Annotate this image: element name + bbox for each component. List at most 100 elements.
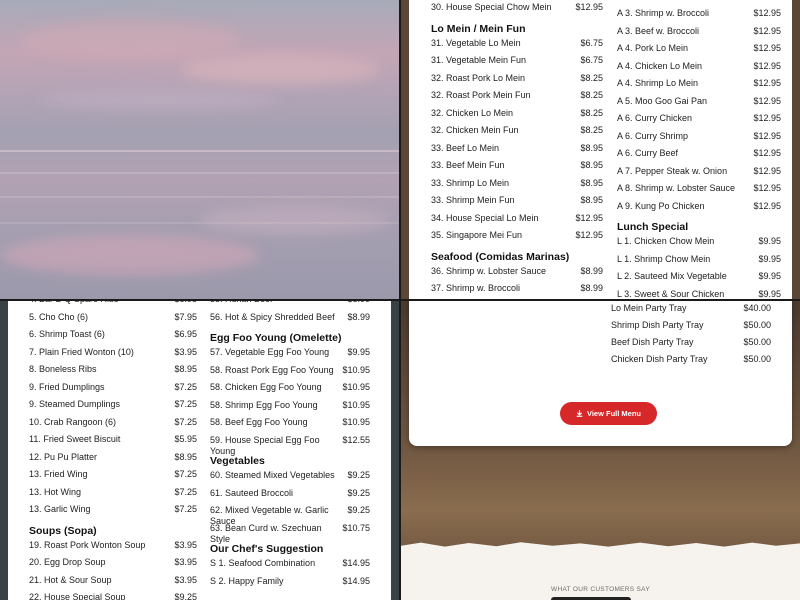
party-tray-price: $50.00 [743,337,771,347]
menu-item: 32. Roast Pork Mein Fun $8.25 [431,90,603,101]
menu-item-name: A 6. Curry Beef [617,148,679,158]
menu-item-name: A 4. Chicken Lo Mein [617,60,703,71]
menu-item-name: 7. Plain Fried Wonton (10) [29,346,134,357]
menu-item: S 2. Happy Family $14.95 [210,576,370,587]
menu-item-name: L 2. Sauteed Mix Vegetable [617,271,727,281]
torn-paper-edge [401,542,800,549]
menu-item-price: $7.25 [174,504,197,514]
menu-section-heading: Lo Mein / Mein Fun [431,22,526,35]
menu-item-name: 32. Chicken Lo Mein [431,107,514,118]
menu-item: 56. Hot & Spicy Shredded Beef $8.99 [210,312,370,323]
menu-item-price: $10.75 [342,522,370,533]
party-tray-item: Chicken Dish Party Tray $50.00 [611,354,771,365]
menu-item-price: $12.95 [753,78,781,88]
menu-item-name: A 6. Curry Shrimp [617,130,689,141]
menu-item-name: 33. Beef Mein Fun [431,160,505,170]
party-tray-price: $40.00 [743,303,771,313]
menu-item: 36. Shrimp w. Lobster Sauce $8.99 [431,266,603,277]
menu-item: 58. Chicken Egg Foo Young $10.95 [210,382,370,393]
menu-item-price: $9.95 [347,347,370,357]
menu-item-price: $9.95 [758,271,781,281]
menu-item-price: $8.25 [580,107,603,118]
menu-item: 11. Fried Sweet Biscuit $5.95 [29,434,197,445]
menu-item-name: A 3. Beef w. Broccoli [617,25,700,36]
menu-item: 22. House Special Soup $9.25 [29,592,197,600]
menu-item-price: $9.25 [347,487,370,498]
menu-item-price: $12.95 [753,165,781,176]
menu-item-price: $10.95 [342,399,370,410]
menu-item-price: $10.95 [342,382,370,392]
menu-item-name: 21. Hot & Sour Soup [29,574,112,585]
menu-item: 7. Plain Fried Wonton (10) $3.95 [29,347,197,358]
menu-item: 31. Vegetable Mein Fun $6.75 [431,55,603,66]
menu-item-price: $7.25 [174,486,197,497]
menu-item: 32. Chicken Lo Mein $8.25 [431,108,603,119]
menu-item: 10. Crab Rangoon (6) $7.25 [29,417,197,428]
menu-item: 21. Hot & Sour Soup $3.95 [29,575,197,586]
menu-item-price: $8.99 [580,265,603,276]
menu-item: A 6. Curry Beef $12.95 [617,148,781,159]
menu-item-name: A 4. Pork Lo Mein [617,43,689,53]
view-full-menu-button[interactable]: View Full Menu [560,402,657,425]
menu-item: 58. Beef Egg Foo Young $10.95 [210,417,370,428]
menu-item-name: A 3. Shrimp w. Broccoli [617,8,710,18]
menu-item-price: $10.95 [342,417,370,427]
menu-item-name: 61. Sauteed Broccoli [210,487,294,498]
menu-item-price: $7.25 [174,416,197,427]
menu-item-name: 37. Shrimp w. Broccoli [431,283,521,293]
menu-item-price: $7.95 [174,311,197,322]
menu-item-name: 60. Steamed Mixed Vegetables [210,470,335,480]
menu-item-name: A 7. Pepper Steak w. Onion [617,165,728,176]
menu-item: 12. Pu Pu Platter $8.95 [29,452,197,463]
menu-item-price: $8.95 [174,451,197,462]
menu-item-price: $7.25 [174,381,197,392]
menu-item-name: L 3. Sweet & Sour Chicken [617,288,725,299]
menu-item-price: $8.25 [580,72,603,83]
menu-item-name: 32. Roast Pork Mein Fun [431,90,531,100]
menu-item-name: L 1. Chicken Chow Mein [617,236,715,246]
menu-item-price: $8.99 [347,301,370,305]
menu-item-name: 59. House Special Egg Foo Young [210,434,320,456]
menu-item: 61. Sauteed Broccoli $9.25 [210,488,370,499]
menu-item: 31. Vegetable Lo Mein $6.75 [431,38,603,49]
menu-item-name: A 6. Curry Chicken [617,113,693,123]
menu-section-heading: Vegetables [210,455,265,467]
menu-item-name: 55. Hunan Beef [210,301,273,305]
menu-item-name: 57. Vegetable Egg Foo Young [210,347,330,357]
menu-item: 6. Shrimp Toast (6) $6.95 [29,329,197,340]
menu-item: A 4. Shrimp Lo Mein $12.95 [617,78,781,89]
menu-item-name: 33. Shrimp Mein Fun [431,195,515,205]
menu-item-price: $8.95 [580,177,603,188]
menu-item-name: 63. Bean Curd w. Szechuan Style [210,522,322,544]
menu-item-price: $12.95 [753,60,781,71]
menu-item-name: 32. Chicken Mein Fun [431,125,519,135]
menu-item: 55. Hunan Beef $8.99 [210,301,370,305]
menu-item-price: $12.95 [753,183,781,193]
menu-item: 13. Hot Wing $7.25 [29,487,197,498]
party-tray-item: Shrimp Dish Party Tray $50.00 [611,320,771,331]
menu-section-heading: Our Chef's Suggestion [210,543,324,555]
view-full-menu-label: View Full Menu [586,409,642,418]
menu-item: 35. Singapore Mei Fun $12.95 [431,230,603,241]
testimonials-eyebrow: WHAT OUR CUSTOMERS SAY [551,586,650,593]
party-tray-name: Beef Dish Party Tray [611,337,694,347]
menu-card: 4. Bar B-Q Spare Ribs $8.95 5. Cho Cho (6)… [8,301,391,600]
menu-item-name: 8. Boneless Ribs [29,364,97,374]
party-tray-price: $50.00 [743,354,771,364]
menu-item-price: $8.95 [580,160,603,170]
menu-item-price: $12.95 [753,43,781,53]
menu-item-price: $8.95 [580,142,603,153]
menu-item-name: S 1. Seafood Combination [210,558,316,568]
menu-item: S 1. Seafood Combination $14.95 [210,558,370,569]
menu-item-name: 9. Steamed Dumplings [29,399,121,409]
menu-item: 13. Garlic Wing $7.25 [29,504,197,515]
menu-item-name: A 9. Kung Po Chicken [617,200,705,211]
menu-item-price: $12.95 [753,95,781,106]
menu-item: 58. Roast Pork Egg Foo Young $10.95 [210,365,370,376]
menu-item-name: 32. Roast Pork Lo Mein [431,72,526,83]
menu-item: A 8. Shrimp w. Lobster Sauce $12.95 [617,183,781,194]
menu-item: A 4. Chicken Lo Mein $12.95 [617,61,781,72]
menu-section-bottom: 4. Bar B-Q Spare Ribs $8.95 5. Cho Cho (6)… [0,301,399,600]
menu-item-name: 56. Hot & Spicy Shredded Beef [210,311,335,322]
menu-footer-section: Lo Mein Party Tray $40.00 Shrimp Dish Part… [401,301,800,600]
